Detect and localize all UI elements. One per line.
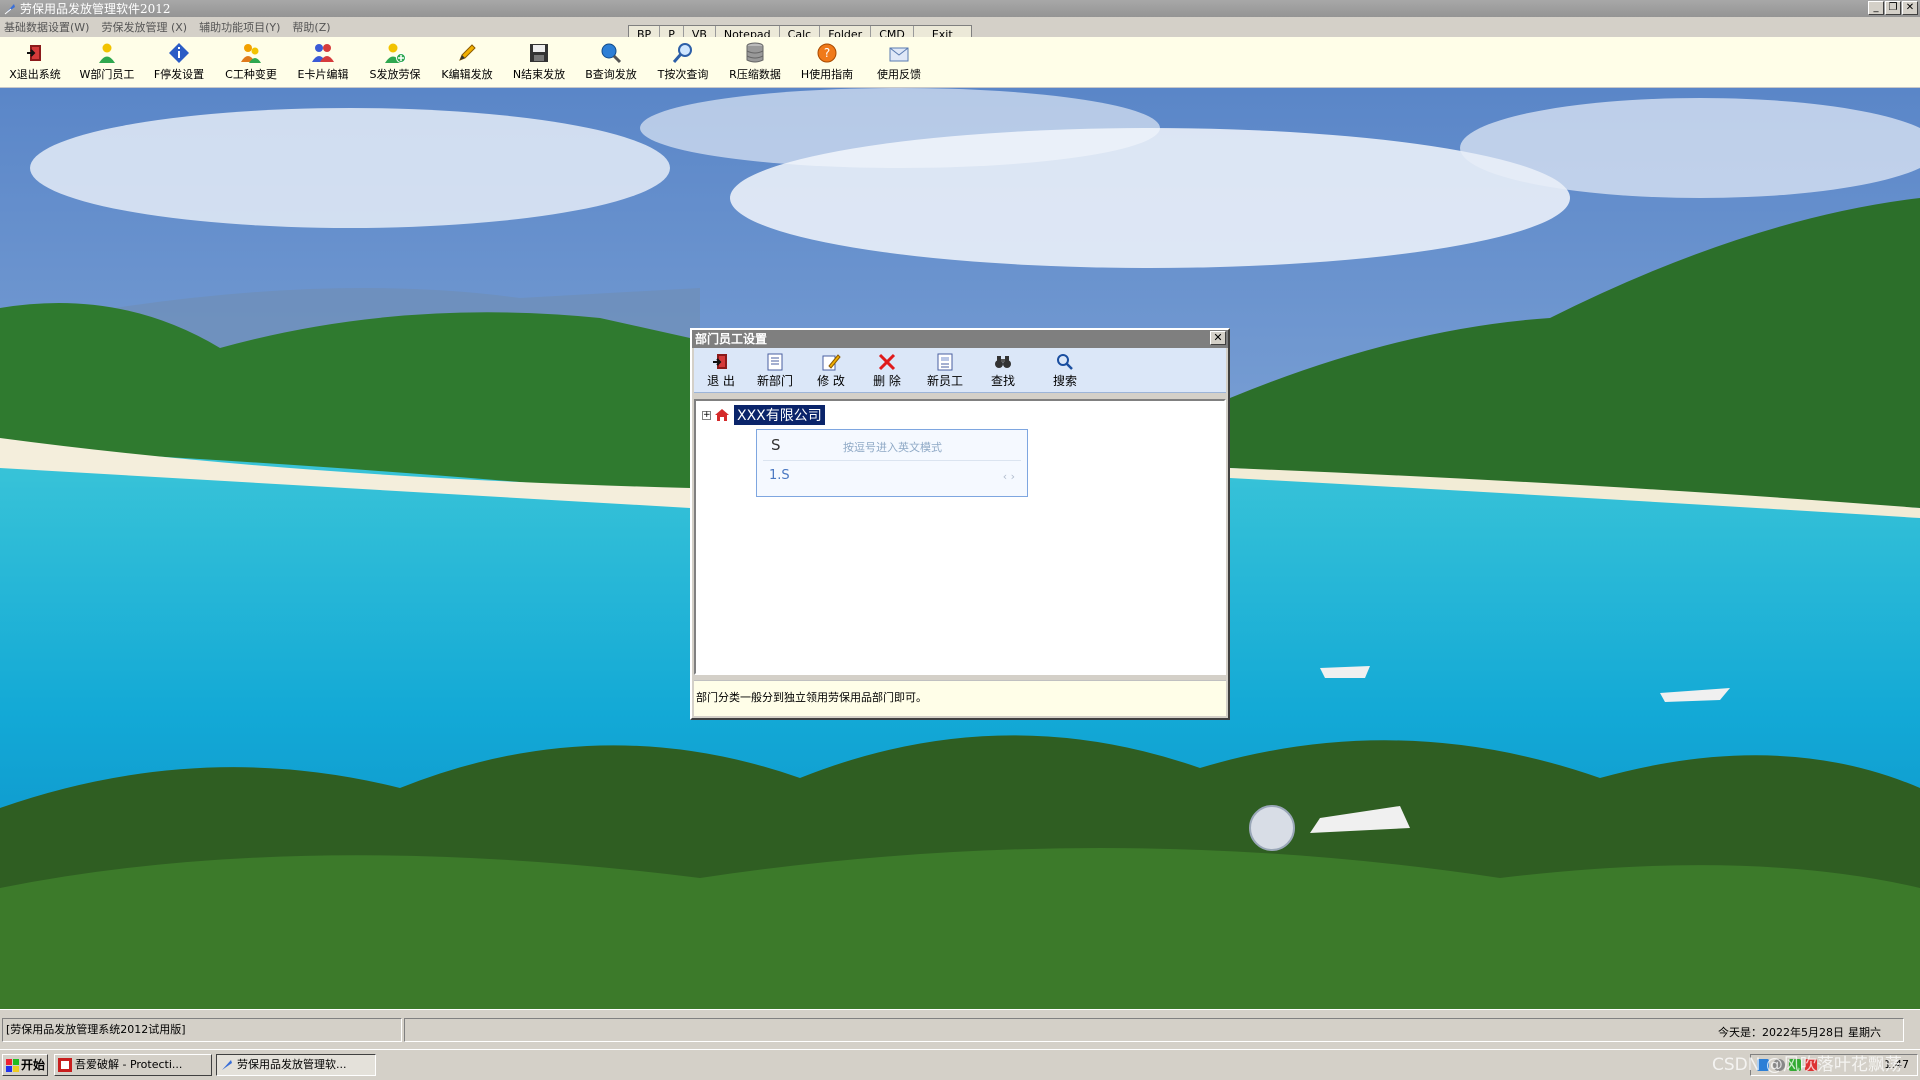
binoculars-icon [995, 356, 1011, 368]
edit-icon [822, 354, 841, 371]
start-label: 开始 [21, 1058, 46, 1072]
floppy-disk-icon [530, 44, 548, 62]
house-icon [715, 409, 729, 421]
ime-hint-text: 按逗号进入英文模式 [843, 441, 942, 454]
task-label-labor-protection: 劳保用品发放管理软... [237, 1058, 347, 1071]
department-staff-button[interactable]: W部门员工 [72, 42, 142, 86]
new-department-button[interactable]: 新部门 [748, 350, 802, 390]
user-guide-button[interactable]: ? H使用指南 [792, 42, 862, 86]
minimize-button[interactable]: _ [1868, 1, 1884, 15]
help-icon: ? [817, 43, 837, 63]
status-weekday: 星期六 [1848, 1026, 1881, 1039]
delete-x-icon [878, 353, 896, 371]
person-add-icon [385, 43, 406, 63]
task-52pojie[interactable]: 吾爱破解 - Protecti... [54, 1054, 212, 1076]
app-red-icon [58, 1058, 72, 1072]
search-button[interactable]: 搜索 [1038, 350, 1092, 390]
search-icon [1057, 354, 1073, 370]
close-button[interactable]: ✕ [1902, 1, 1918, 15]
feedback-button[interactable]: 使用反馈 [864, 42, 934, 86]
modify-button[interactable]: 修 改 [804, 350, 858, 390]
ime-page-arrows[interactable]: ‹ › [1003, 470, 1015, 483]
start-button[interactable]: 开始 [2, 1054, 48, 1076]
app-feather-icon [222, 1060, 232, 1070]
menu-issue-management[interactable]: 劳保发放管理 (X) [101, 19, 187, 35]
status-panel [404, 1018, 1904, 1042]
exit-system-button[interactable]: X退出系统 [0, 42, 70, 86]
database-icon [746, 42, 764, 63]
form-icon [937, 353, 953, 371]
window-title: 劳保用品发放管理软件2012 [20, 2, 171, 16]
svg-text:?: ? [824, 46, 830, 60]
exit-door-icon [27, 45, 41, 61]
task-labor-protection[interactable]: 劳保用品发放管理软... [216, 1054, 376, 1076]
ime-candidate-1[interactable]: 1.S [769, 468, 790, 483]
department-staff-dialog: 部门员工设置 ✕ 退 出 新部门 修 改 删 除 新员工 查找 搜索 + XXX… [690, 328, 1230, 720]
app-feather-icon [4, 3, 15, 14]
menu-help[interactable]: 帮助(Z) [292, 19, 330, 35]
dialog-exit-button[interactable]: 退 出 [694, 350, 748, 390]
tree-root-node[interactable]: + XXX有限公司 [702, 404, 826, 426]
diamond-info-icon [169, 43, 189, 63]
dialog-hint-text: 部门分类一般分到独立领用劳保用品部门即可。 [694, 680, 1226, 716]
main-toolbar: X退出系统 W部门员工 F停发设置 C工种变更 E卡片编辑 S发放劳保 K编辑发… [0, 37, 1920, 88]
pencil-icon [459, 44, 476, 61]
query-issue-button[interactable]: B查询发放 [576, 42, 646, 86]
end-issue-button[interactable]: N结束发放 [504, 42, 574, 86]
tree-expand-toggle[interactable]: + [702, 410, 711, 420]
dialog-toolbar: 退 出 新部门 修 改 删 除 新员工 查找 搜索 [694, 348, 1226, 393]
card-edit-button[interactable]: E卡片编辑 [288, 42, 358, 86]
menu-basic-data[interactable]: 基础数据设置(W) [4, 19, 89, 35]
edit-issue-button[interactable]: K编辑发放 [432, 42, 502, 86]
tree-root-label[interactable]: XXX有限公司 [733, 404, 826, 426]
globe-search-icon [601, 43, 622, 64]
taskbar: 开始 吾爱破解 - Protecti... 劳保用品发放管理软... 1:47 [0, 1049, 1920, 1080]
issue-protection-button[interactable]: S发放劳保 [360, 42, 430, 86]
find-button[interactable]: 查找 [976, 350, 1030, 390]
ime-divider [763, 460, 1021, 461]
document-icon [767, 353, 783, 371]
magnifier-icon [672, 43, 692, 63]
restore-button[interactable]: ❐ [1885, 1, 1901, 15]
dialog-title-bar: 部门员工设置 ✕ [692, 330, 1228, 348]
department-tree[interactable]: + XXX有限公司 S 按逗号进入英文模式 1.S ‹ › [694, 399, 1226, 675]
task-label-52pojie: 吾爱破解 - Protecti... [75, 1058, 183, 1071]
ime-composition-text: S [771, 436, 781, 454]
envelope-icon [889, 47, 909, 62]
person-icon [99, 43, 115, 63]
title-bar: 劳保用品发放管理软件2012 _ ❐ ✕ [0, 0, 1920, 17]
dialog-title: 部门员工设置 [695, 332, 768, 346]
people-change-icon [241, 44, 261, 63]
compress-data-button[interactable]: R压缩数据 [720, 42, 790, 86]
new-employee-button[interactable]: 新员工 [918, 350, 972, 390]
status-app-version: [劳保用品发放管理系统2012试用版] [2, 1018, 402, 1042]
status-bar: [劳保用品发放管理系统2012试用版] 今天是：2022年5月28日 星期六 [0, 1009, 1920, 1049]
csdn-watermark: CSDN @风吹落叶花飘荡 [1712, 1055, 1902, 1075]
menu-auxiliary[interactable]: 辅助功能项目(Y) [199, 19, 280, 35]
people-card-icon [312, 44, 334, 62]
windows-logo-icon [6, 1059, 19, 1072]
job-change-button[interactable]: C工种变更 [216, 42, 286, 86]
query-by-time-button[interactable]: T按次查询 [648, 42, 718, 86]
status-date: 今天是：2022年5月28日 [1718, 1026, 1844, 1039]
dialog-close-button[interactable]: ✕ [1210, 331, 1226, 345]
delete-button[interactable]: 删 除 [860, 350, 914, 390]
stop-issue-settings-button[interactable]: F停发设置 [144, 42, 214, 86]
exit-door-icon [713, 354, 727, 369]
ime-candidate-popup: S 按逗号进入英文模式 1.S ‹ › [756, 429, 1028, 497]
